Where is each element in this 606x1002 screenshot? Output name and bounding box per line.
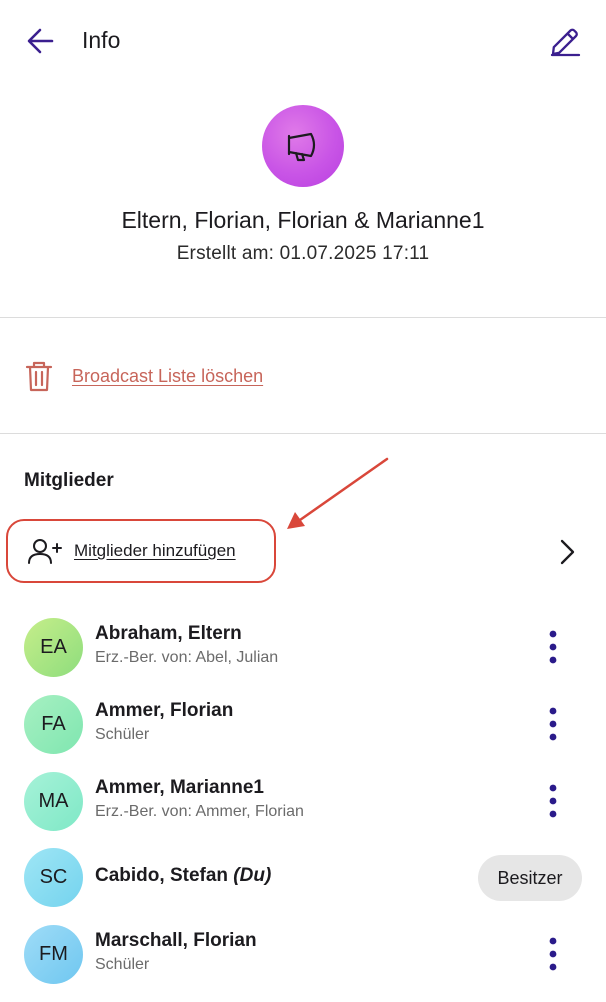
member-self-marker: (Du) xyxy=(233,865,272,886)
member-name: Marschall, Florian xyxy=(95,930,257,951)
member-avatar: MA xyxy=(24,772,83,831)
member-avatar: FM xyxy=(24,925,83,984)
member-name: Abraham, Eltern xyxy=(95,623,242,644)
group-created-date: Erstellt am: 01.07.2025 17:11 xyxy=(176,243,430,264)
member-row[interactable]: FA Ammer, Florian Schüler xyxy=(0,690,606,760)
add-members-button[interactable]: Mitglieder hinzufügen xyxy=(6,519,276,583)
more-vertical-icon xyxy=(549,630,557,664)
app-header: Info xyxy=(0,0,606,82)
member-name-text: Cabido, Stefan xyxy=(95,865,229,886)
arrow-left-icon xyxy=(27,28,54,54)
more-vertical-icon xyxy=(549,784,557,818)
divider xyxy=(0,317,606,318)
divider xyxy=(0,433,606,434)
more-options-button[interactable] xyxy=(540,781,566,821)
member-name: Ammer, Marianne1 xyxy=(95,777,264,798)
more-options-button[interactable] xyxy=(540,704,566,744)
trash-icon xyxy=(25,361,53,392)
member-subtitle: Erz.-Ber. von: Abel, Julian xyxy=(95,649,279,666)
member-row[interactable]: EA Abraham, Eltern Erz.-Ber. von: Abel, … xyxy=(0,613,606,683)
member-subtitle: Schüler xyxy=(95,726,150,743)
more-options-button[interactable] xyxy=(540,934,566,974)
add-user-icon xyxy=(28,539,62,564)
delete-broadcast-list-label: Broadcast Liste löschen xyxy=(72,365,264,386)
member-avatar: EA xyxy=(24,618,83,677)
more-vertical-icon xyxy=(549,937,557,971)
member-row[interactable]: MA Ammer, Marianne1 Erz.-Ber. von: Ammer… xyxy=(0,767,606,837)
edit-button[interactable] xyxy=(546,22,584,60)
member-row[interactable]: SC Cabido, Stefan (Du) Besitzer xyxy=(0,843,606,913)
delete-broadcast-list-button[interactable]: Broadcast Liste löschen xyxy=(24,356,263,396)
member-name: Ammer, Florian xyxy=(95,700,234,721)
add-members-label: Mitglieder hinzufügen xyxy=(74,541,236,560)
group-name: Eltern, Florian, Florian & Marianne1 xyxy=(121,207,485,233)
members-section-title: Mitglieder xyxy=(24,470,114,491)
member-subtitle: Erz.-Ber. von: Ammer, Florian xyxy=(95,803,304,820)
member-avatar: SC xyxy=(24,848,83,907)
more-vertical-icon xyxy=(549,707,557,741)
member-name: Cabido, Stefan (Du) xyxy=(95,865,271,887)
owner-badge: Besitzer xyxy=(478,855,582,901)
page-title: Info xyxy=(82,27,121,53)
member-avatar: FA xyxy=(24,695,83,754)
member-subtitle: Schüler xyxy=(95,956,150,973)
member-row[interactable]: FM Marschall, Florian Schüler xyxy=(0,920,606,990)
chevron-right-icon[interactable] xyxy=(556,538,578,566)
more-options-button[interactable] xyxy=(540,627,566,667)
back-button[interactable] xyxy=(22,24,60,58)
megaphone-icon xyxy=(287,132,316,162)
group-avatar xyxy=(262,105,344,187)
pencil-icon xyxy=(550,28,581,57)
